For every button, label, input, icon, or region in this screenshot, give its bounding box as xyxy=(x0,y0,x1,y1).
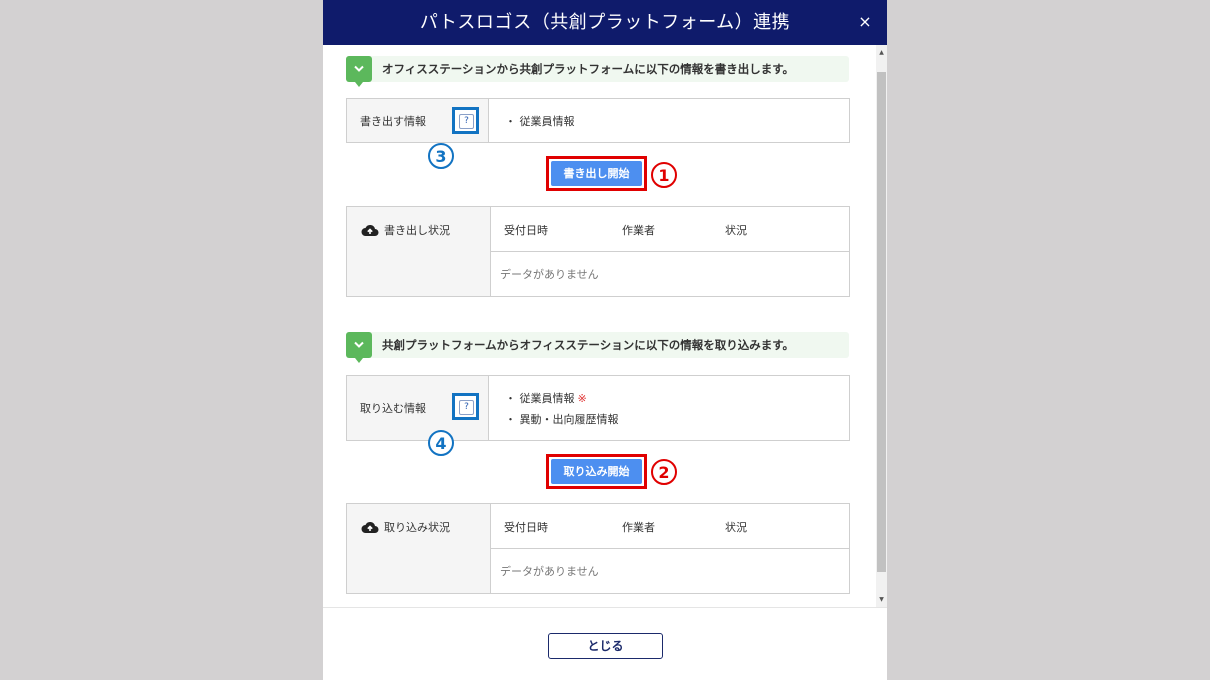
chevron-down-icon xyxy=(346,332,372,363)
import-status-table: 取り込み状況 受付日時 作業者 状況 データがありません xyxy=(346,503,850,594)
export-help-highlight: ? xyxy=(452,107,479,134)
import-empty-message: データがありません xyxy=(500,565,599,578)
column-header-status: 状況 xyxy=(725,224,747,237)
export-button-highlight: 書き出し開始 xyxy=(546,156,647,191)
export-start-button[interactable]: 書き出し開始 xyxy=(551,161,642,186)
import-info-item-employee: ・ 従業員情報 ※ xyxy=(505,390,587,406)
import-status-label: 取り込み状況 xyxy=(361,519,450,535)
chevron-down-icon xyxy=(346,56,372,87)
column-header-status: 状況 xyxy=(725,521,747,534)
export-info-label-cell: 書き出す情報 ? xyxy=(347,99,489,142)
import-info-label-cell: 取り込む情報 ? xyxy=(347,376,489,440)
callout-number-2: 2 xyxy=(651,459,677,485)
import-info-item-transfer: ・ 異動・出向履歴情報 xyxy=(505,413,619,426)
question-icon[interactable]: ? xyxy=(459,114,474,129)
column-header-operator: 作業者 xyxy=(622,521,655,534)
import-banner: 共創プラットフォームからオフィスステーションに以下の情報を取り込みます。 xyxy=(346,332,849,363)
required-mark: ※ xyxy=(577,392,587,405)
export-banner-text: オフィスステーションから共創プラットフォームに以下の情報を書き出します。 xyxy=(382,62,795,76)
dialog: パトスロゴス（共創プラットフォーム）連携 × オフィスステーションから共創プラッ… xyxy=(323,0,887,680)
import-info-item-text: ・ 従業員情報 xyxy=(505,392,575,405)
export-info-box: 書き出す情報 ? ・ 従業員情報 xyxy=(346,98,850,143)
scrollbar-thumb[interactable] xyxy=(877,72,886,572)
close-button[interactable]: とじる xyxy=(548,633,663,659)
column-header-received: 受付日時 xyxy=(504,521,548,534)
callout-number-4: 4 xyxy=(428,430,454,456)
dialog-header: パトスロゴス（共創プラットフォーム）連携 × xyxy=(323,0,887,45)
import-help-highlight: ? xyxy=(452,393,479,420)
dialog-title: パトスロゴス（共創プラットフォーム）連携 xyxy=(419,12,791,33)
scrollbar[interactable]: ▲ ▼ xyxy=(876,45,887,607)
cloud-upload-icon xyxy=(361,521,379,533)
callout-number-1: 1 xyxy=(651,162,677,188)
close-icon[interactable]: × xyxy=(853,10,877,34)
export-status-header: 受付日時 作業者 状況 xyxy=(491,207,849,252)
scroll-up-icon[interactable]: ▲ xyxy=(876,47,887,58)
import-info-label: 取り込む情報 xyxy=(360,402,426,415)
scroll-down-icon[interactable]: ▼ xyxy=(876,594,887,605)
import-banner-text: 共創プラットフォームからオフィスステーションに以下の情報を取り込みます。 xyxy=(382,338,795,352)
cloud-upload-icon xyxy=(361,224,379,236)
import-status-label-text: 取り込み状況 xyxy=(384,521,450,534)
export-status-label-text: 書き出し状況 xyxy=(384,224,450,237)
export-status-table: 書き出し状況 受付日時 作業者 状況 データがありません xyxy=(346,206,850,297)
import-info-box: 取り込む情報 ? ・ 従業員情報 ※ ・ 異動・出向履歴情報 xyxy=(346,375,850,441)
import-status-label-cell: 取り込み状況 xyxy=(347,504,491,593)
import-button-highlight: 取り込み開始 xyxy=(546,454,647,489)
export-info-item: ・ 従業員情報 xyxy=(505,115,575,128)
export-status-label-cell: 書き出し状況 xyxy=(347,207,491,296)
dialog-footer: とじる xyxy=(323,607,887,680)
export-banner: オフィスステーションから共創プラットフォームに以下の情報を書き出します。 xyxy=(346,56,849,87)
column-header-received: 受付日時 xyxy=(504,224,548,237)
import-start-button[interactable]: 取り込み開始 xyxy=(551,459,642,484)
export-empty-message: データがありません xyxy=(500,268,599,281)
dialog-body[interactable]: オフィスステーションから共創プラットフォームに以下の情報を書き出します。 書き出… xyxy=(323,45,887,607)
column-header-operator: 作業者 xyxy=(622,224,655,237)
export-info-label: 書き出す情報 xyxy=(360,115,426,128)
question-icon[interactable]: ? xyxy=(459,400,474,415)
import-status-header: 受付日時 作業者 状況 xyxy=(491,504,849,549)
callout-number-3: 3 xyxy=(428,143,454,169)
export-status-label: 書き出し状況 xyxy=(361,222,450,238)
